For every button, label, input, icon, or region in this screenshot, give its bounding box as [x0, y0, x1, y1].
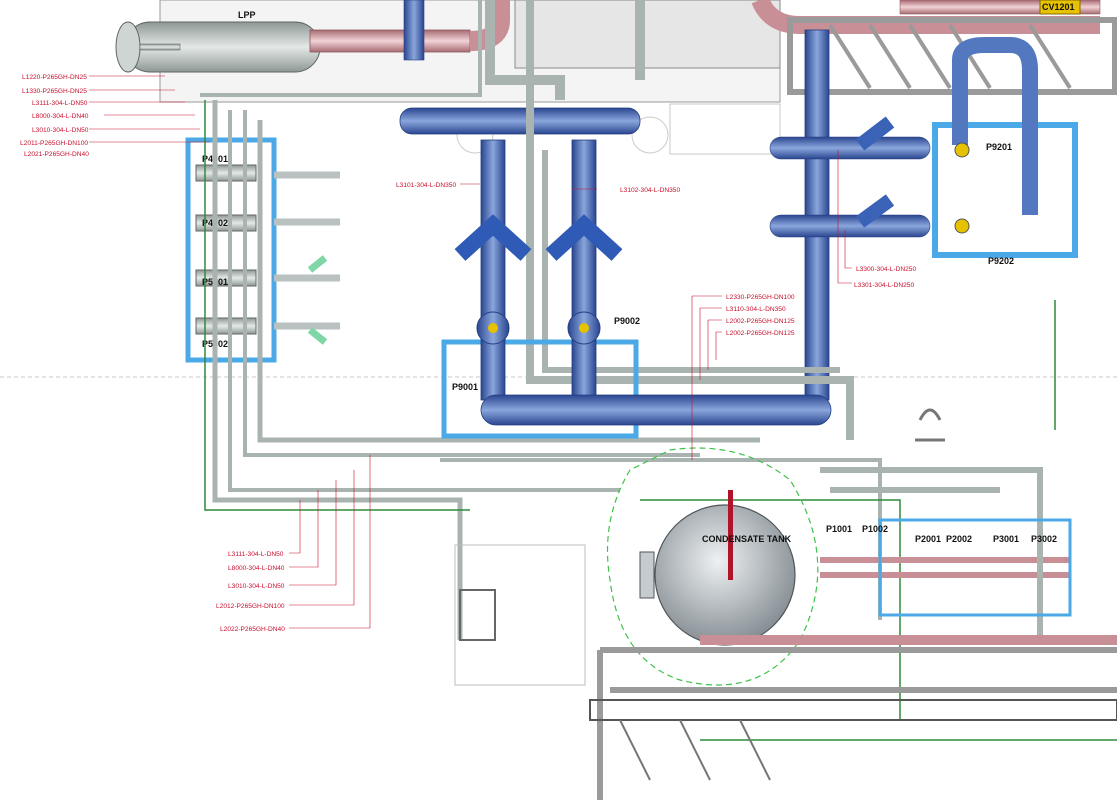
p9002-label: P9002 — [614, 316, 640, 326]
pipe-label-l3101: L3101-304-L-DN350 — [396, 182, 456, 189]
pipe-label-l2011: L2011-P265GH-DN100 — [20, 140, 88, 147]
p1001-label: P1001 — [826, 524, 852, 534]
pipe-label-l3111-bottom: L3111-304-L-DN50 — [228, 551, 284, 558]
pipe-label-l3110: L3110-304-L-DN350 — [726, 306, 786, 313]
pipe-label-l8000-bottom: L8000-304-L-DN40 — [228, 565, 285, 572]
p1002-label: P1002 — [862, 524, 888, 534]
p3002-label: P3002 — [1031, 534, 1057, 544]
left-pump-rack — [185, 137, 340, 363]
pipe-label-l3111-top: L3111-304-L-DN50 — [32, 100, 88, 107]
pipe-label-l3010-bottom: L3010-304-L-DN50 — [228, 583, 285, 590]
condensate-tank-label: CONDENSATE TANK — [702, 534, 792, 544]
cv1201-label: CV1201 — [1042, 2, 1075, 12]
pipe-label-l2012: L2012-P265GH-DN100 — [216, 603, 285, 610]
pipe-label-l3102: L3102-304-L-DN350 — [620, 187, 680, 194]
pipe-label-l2002-a: L2002-P265GH-DN125 — [726, 318, 795, 325]
pipe-label-l2021: L2021-P265GH-DN40 — [24, 151, 89, 158]
p9001-label: P9001 — [452, 382, 478, 392]
p3001-label: P3001 — [993, 534, 1019, 544]
pipe-label-l8000-top: L8000-304-L-DN40 — [32, 113, 89, 120]
p2002-label: P2002 — [946, 534, 972, 544]
pipe-label-l1220: L1220-P265GH-DN25 — [22, 74, 87, 81]
pipe-label-l1330: L1330-P265GH-DN25 — [22, 88, 87, 95]
bottom-right-pumps — [589, 467, 1117, 800]
lpp-label: LPP — [238, 10, 256, 20]
lpp-vessel — [115, 21, 321, 73]
p9000-pumps — [441, 139, 832, 439]
pipe-label-l2002-b: L2002-P265GH-DN125 — [726, 330, 795, 337]
pipe-label-l2022: L2022-P265GH-DN40 — [220, 626, 285, 633]
pipe-label-l3300: L3300-304-L-DN250 — [856, 266, 916, 273]
p9201-label: P9201 — [986, 142, 1012, 152]
pipe-label-l3010-top: L3010-304-L-DN50 — [32, 127, 89, 134]
pipe-label-l3301: L3301-304-L-DN250 — [854, 282, 914, 289]
pipe-label-l2330: L2330-P265GH-DN100 — [726, 294, 795, 301]
p2001-label: P2001 — [915, 534, 941, 544]
p9202-label: P9202 — [988, 256, 1014, 266]
piping-layout-diagram: LPP CV1201 P9201 P9202 P4001 P4002 P5001… — [0, 0, 1117, 800]
